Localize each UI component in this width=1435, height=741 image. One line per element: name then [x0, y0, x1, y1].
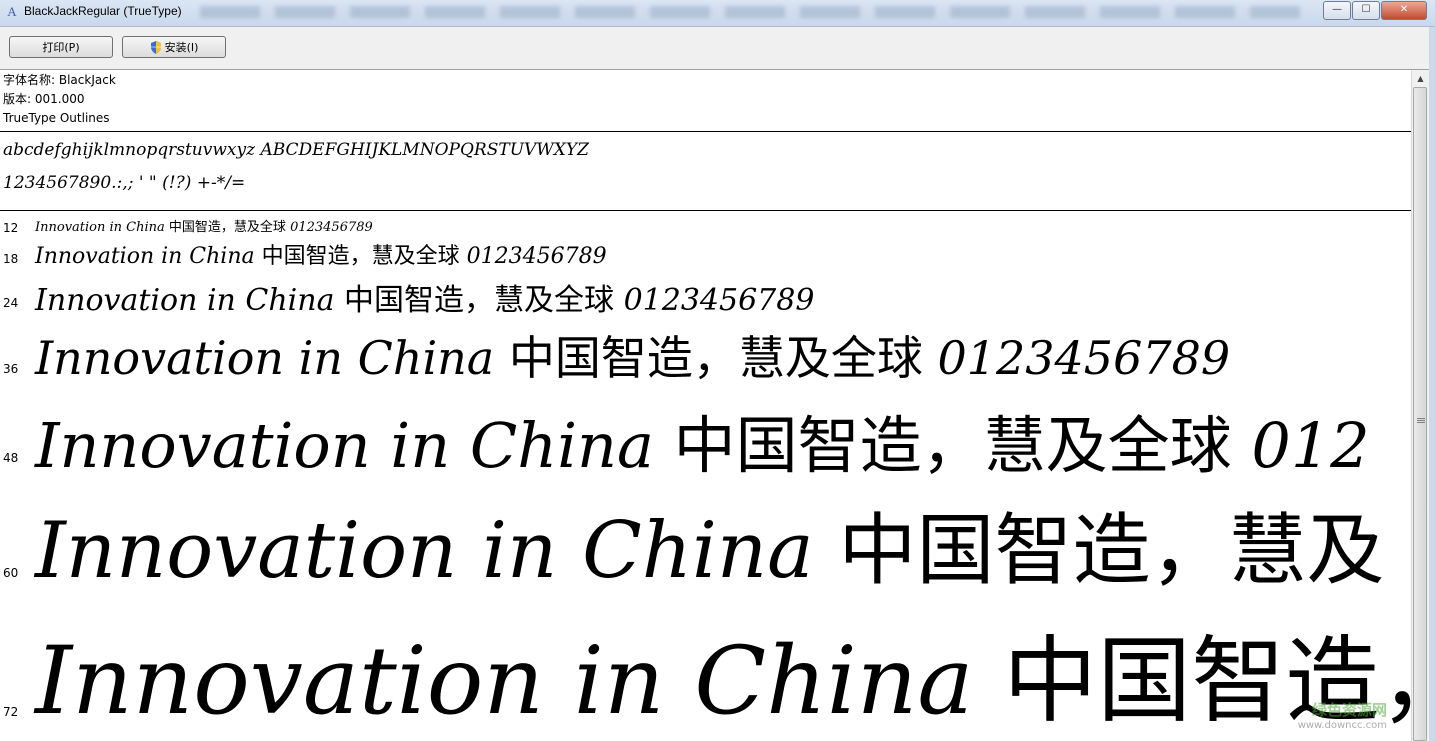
size-label: 24: [3, 296, 19, 310]
close-button[interactable]: ✕: [1381, 1, 1427, 20]
install-button[interactable]: 安装(I): [122, 36, 226, 58]
sample-text: Innovation in China 中国智造，慧及全球 0123456789: [35, 216, 373, 235]
sample-text: Innovation in China 中国智造，慧及全球 0123456789: [35, 322, 1230, 388]
sample-digits: 0123456789: [623, 283, 815, 318]
size-label: 60: [3, 566, 19, 580]
watermark-main: 绿色资源网: [1311, 701, 1387, 719]
toolbar: 打印(P) 安装(I): [0, 27, 1435, 70]
watermark: 绿色资源网 www.downcc.com: [1298, 699, 1387, 731]
grip-icon: [1417, 418, 1425, 424]
sample-text: Innovation in China 中国智造，慧及全球 0123456789: [35, 275, 814, 319]
sample-latin: Innovation in China: [35, 331, 509, 385]
vertical-scrollbar[interactable]: ▲: [1411, 70, 1429, 741]
sample-text: Innovation in China 中国智造，慧及全球 0123456789: [35, 238, 607, 270]
sample-digits: 012: [1251, 409, 1370, 482]
scroll-thumb[interactable]: [1413, 87, 1427, 741]
size-label: 18: [3, 252, 19, 266]
sample-latin: Innovation in China: [35, 244, 262, 269]
sample-cjk: 中国智造，慧及全球: [168, 220, 291, 235]
sample-latin: Innovation in China: [35, 283, 345, 318]
charset-letters: abcdefghijklmnopqrstuvwxyz ABCDEFGHIJKLM…: [3, 140, 589, 160]
print-button[interactable]: 打印(P): [9, 36, 113, 58]
shield-icon: [150, 40, 161, 54]
sample-cjk: 中国智造，慧及全球: [508, 331, 938, 385]
scroll-up-arrow[interactable]: ▲: [1412, 70, 1429, 87]
sample-text: Innovation in China 中国智造，慧及: [35, 488, 1384, 600]
watermark-sub: www.downcc.com: [1297, 720, 1387, 731]
sample-text: Innovation in China 中国智造，: [35, 605, 1411, 741]
install-label: 安装(I): [164, 41, 199, 54]
outline-type: TrueType Outlines: [3, 111, 110, 125]
sample-cjk: 中国智造，慧及: [838, 506, 1385, 596]
sample-digits: 0123456789: [937, 331, 1231, 385]
divider: [0, 131, 1411, 132]
sample-latin: Innovation in China: [35, 506, 839, 596]
sample-cjk: 中国智造，慧及全球: [344, 283, 624, 318]
sample-latin: Innovation in China: [35, 220, 169, 235]
sample-cjk: 中国智造，慧及全球: [261, 244, 467, 269]
size-label: 72: [3, 705, 19, 719]
window-frame-edge: [1429, 27, 1435, 741]
charset-digits: 1234567890.:,; ' " (!?) +-*/=: [3, 173, 246, 193]
print-label: 打印(P): [42, 41, 80, 54]
sample-digits: 0123456789: [466, 244, 607, 269]
font-preview-pane: 字体名称: BlackJack 版本: 001.000 TrueType Out…: [0, 70, 1411, 741]
sample-cjk: 中国智造，慧及全球: [673, 409, 1252, 482]
size-label: 12: [3, 221, 19, 235]
blurred-title-area: [200, 6, 1300, 18]
size-label: 36: [3, 362, 19, 376]
sample-latin: Innovation in China: [35, 409, 674, 482]
sample-latin: Innovation in China: [35, 627, 1004, 736]
sample-digits: 0123456789: [290, 220, 373, 235]
window-controls: — ☐ ✕: [1322, 1, 1427, 20]
size-label: 48: [3, 451, 19, 465]
window-title: BlackJackRegular (TrueType): [24, 4, 182, 18]
divider: [0, 210, 1411, 211]
title-bar: A BlackJackRegular (TrueType) — ☐ ✕: [0, 0, 1435, 27]
sample-text: Innovation in China 中国智造，慧及全球 012: [35, 395, 1370, 485]
minimize-button[interactable]: —: [1323, 1, 1351, 20]
font-icon: A: [7, 4, 17, 19]
maximize-button[interactable]: ☐: [1352, 1, 1380, 20]
font-name: 字体名称: BlackJack: [3, 73, 116, 87]
font-version: 版本: 001.000: [3, 92, 85, 106]
